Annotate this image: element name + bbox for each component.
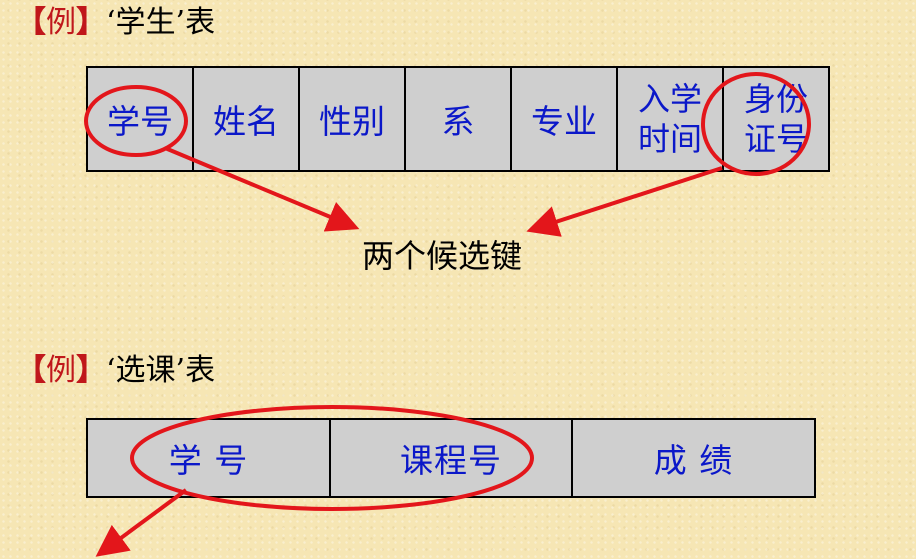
column-name: 姓名 xyxy=(192,66,300,172)
example2-label: 例 xyxy=(46,353,76,388)
example2-bracket-left: 【 xyxy=(16,353,46,388)
column-id-card-number: 身份 证号 xyxy=(722,66,830,172)
column-enrollment-time: 入学 时间 xyxy=(616,66,724,172)
example1-bracket-right: 】 xyxy=(76,5,106,40)
example1-label: 例 xyxy=(46,5,76,40)
example2-bracket-right: 】 xyxy=(76,353,106,388)
column-major: 专业 xyxy=(510,66,618,172)
arrow-composite-key-down xyxy=(95,488,188,557)
student-table-header-row: 学号 姓名 性别 系 专业 入学 时间 身份 证号 xyxy=(86,66,830,172)
course-selection-header-row: 学 号 课程号 成 绩 xyxy=(86,418,816,498)
enrollment-time-line2: 时间 xyxy=(637,120,702,158)
column-student-id-2: 学 号 xyxy=(86,418,331,498)
column-student-id: 学号 xyxy=(86,66,194,172)
id-card-line2: 证号 xyxy=(743,120,808,158)
column-grade: 成 绩 xyxy=(571,418,816,498)
example2-heading: 【例】‘选课’表 xyxy=(16,356,215,386)
example1-bracket-left: 【 xyxy=(16,5,46,40)
column-gender: 性别 xyxy=(298,66,406,172)
column-department: 系 xyxy=(404,66,512,172)
example2-title: ‘选课’表 xyxy=(106,353,216,388)
student-table: 学号 姓名 性别 系 专业 入学 时间 身份 证号 xyxy=(86,66,830,172)
enrollment-time-line1: 入学 xyxy=(637,80,702,118)
arrow-id-card-to-caption xyxy=(526,166,723,237)
candidate-keys-annotation: 两个候选键 xyxy=(362,237,523,275)
column-course-id: 课程号 xyxy=(329,418,573,498)
example1-heading: 【例】‘学生’表 xyxy=(16,8,215,38)
id-card-line1: 身份 xyxy=(743,80,808,118)
example1-title: ‘学生’表 xyxy=(106,5,216,40)
course-selection-table: 学 号 课程号 成 绩 xyxy=(86,418,816,498)
